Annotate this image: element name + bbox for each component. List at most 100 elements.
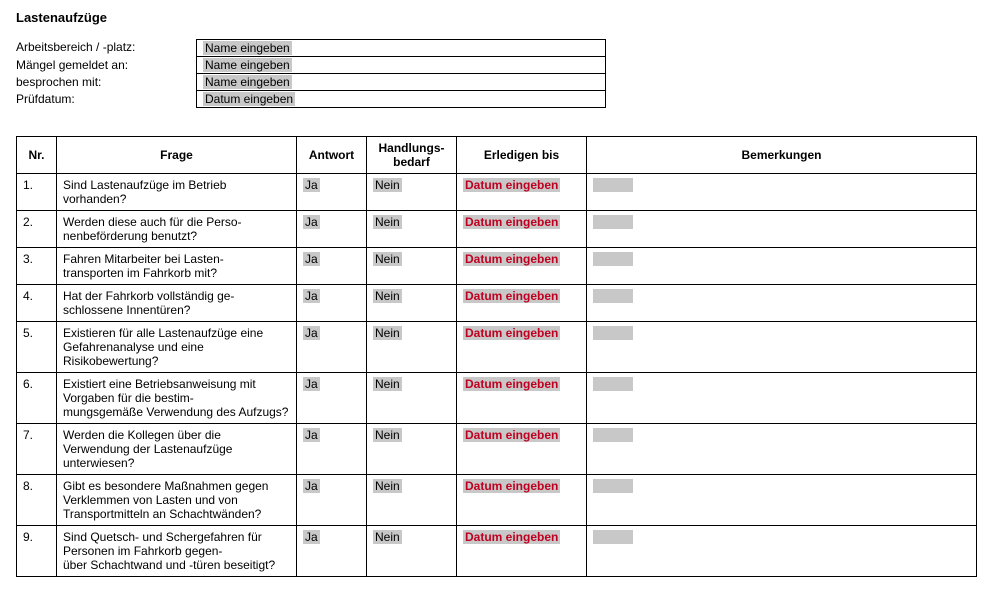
cell-antwort[interactable]: Ja bbox=[297, 322, 367, 373]
cell-question: Fahren Mitarbeiter bei Lasten-transporte… bbox=[57, 248, 297, 285]
cell-bemerkungen[interactable] bbox=[587, 285, 977, 322]
cell-erledigen[interactable]: Datum eingeben bbox=[457, 526, 587, 577]
date-placeholder: Datum eingeben bbox=[463, 289, 560, 303]
date-placeholder: Datum eingeben bbox=[463, 252, 560, 266]
cell-erledigen[interactable]: Datum eingeben bbox=[457, 322, 587, 373]
answer-nein: Nein bbox=[373, 479, 402, 493]
answer-ja: Ja bbox=[303, 326, 320, 340]
remark-placeholder bbox=[593, 215, 633, 229]
remark-placeholder bbox=[593, 428, 633, 442]
table-row: 9.Sind Quetsch- und Schergefahren für Pe… bbox=[17, 526, 977, 577]
remark-placeholder bbox=[593, 252, 633, 266]
cell-question: Werden die Kollegen über die Verwendung … bbox=[57, 424, 297, 475]
table-row: 5.Existieren für alle Lastenaufzüge eine… bbox=[17, 322, 977, 373]
answer-nein: Nein bbox=[373, 377, 402, 391]
table-row: 7.Werden die Kollegen über die Verwendun… bbox=[17, 424, 977, 475]
meta-label-area: Arbeitsbereich / -platz: bbox=[16, 39, 196, 57]
cell-antwort[interactable]: Ja bbox=[297, 174, 367, 211]
th-nr: Nr. bbox=[17, 137, 57, 174]
remark-placeholder bbox=[593, 377, 633, 391]
cell-nr: 8. bbox=[17, 475, 57, 526]
cell-handlung[interactable]: Nein bbox=[367, 285, 457, 322]
cell-handlung[interactable]: Nein bbox=[367, 248, 457, 285]
cell-bemerkungen[interactable] bbox=[587, 526, 977, 577]
cell-handlung[interactable]: Nein bbox=[367, 322, 457, 373]
cell-bemerkungen[interactable] bbox=[587, 174, 977, 211]
cell-antwort[interactable]: Ja bbox=[297, 526, 367, 577]
meta-label-discussed: besprochen mit: bbox=[16, 74, 196, 91]
cell-question: Sind Quetsch- und Schergefahren für Pers… bbox=[57, 526, 297, 577]
cell-handlung[interactable]: Nein bbox=[367, 174, 457, 211]
cell-antwort[interactable]: Ja bbox=[297, 373, 367, 424]
table-row: 3.Fahren Mitarbeiter bei Lasten-transpor… bbox=[17, 248, 977, 285]
cell-question: Sind Lastenaufzüge im Betrieb vorhanden? bbox=[57, 174, 297, 211]
table-row: 4.Hat der Fahrkorb vollständig ge-schlos… bbox=[17, 285, 977, 322]
meta-field-date[interactable]: Datum eingeben bbox=[196, 91, 606, 108]
answer-ja: Ja bbox=[303, 428, 320, 442]
cell-nr: 3. bbox=[17, 248, 57, 285]
cell-bemerkungen[interactable] bbox=[587, 322, 977, 373]
meta-field-reported[interactable]: Name eingeben bbox=[196, 57, 606, 74]
cell-antwort[interactable]: Ja bbox=[297, 285, 367, 322]
cell-nr: 7. bbox=[17, 424, 57, 475]
date-placeholder: Datum eingeben bbox=[463, 178, 560, 192]
cell-question: Hat der Fahrkorb vollständig ge-schlosse… bbox=[57, 285, 297, 322]
answer-ja: Ja bbox=[303, 252, 320, 266]
cell-question: Existiert eine Betriebsanweisung mit Vor… bbox=[57, 373, 297, 424]
answer-nein: Nein bbox=[373, 215, 402, 229]
cell-antwort[interactable]: Ja bbox=[297, 248, 367, 285]
answer-nein: Nein bbox=[373, 178, 402, 192]
cell-antwort[interactable]: Ja bbox=[297, 424, 367, 475]
placeholder: Name eingeben bbox=[203, 75, 292, 89]
remark-placeholder bbox=[593, 326, 633, 340]
answer-nein: Nein bbox=[373, 289, 402, 303]
cell-handlung[interactable]: Nein bbox=[367, 373, 457, 424]
cell-antwort[interactable]: Ja bbox=[297, 475, 367, 526]
page-title: Lastenaufzüge bbox=[16, 10, 970, 25]
date-placeholder: Datum eingeben bbox=[463, 377, 560, 391]
cell-nr: 5. bbox=[17, 322, 57, 373]
placeholder: Name eingeben bbox=[203, 58, 292, 72]
checklist-table: Nr. Frage Antwort Handlungs- bedarf Erle… bbox=[16, 136, 977, 577]
cell-handlung[interactable]: Nein bbox=[367, 424, 457, 475]
th-handlung: Handlungs- bedarf bbox=[367, 137, 457, 174]
answer-nein: Nein bbox=[373, 326, 402, 340]
answer-ja: Ja bbox=[303, 377, 320, 391]
cell-erledigen[interactable]: Datum eingeben bbox=[457, 475, 587, 526]
date-placeholder: Datum eingeben bbox=[463, 428, 560, 442]
cell-handlung[interactable]: Nein bbox=[367, 475, 457, 526]
table-row: 2.Werden diese auch für die Perso-nenbef… bbox=[17, 211, 977, 248]
th-frage: Frage bbox=[57, 137, 297, 174]
cell-bemerkungen[interactable] bbox=[587, 424, 977, 475]
table-row: 1.Sind Lastenaufzüge im Betrieb vorhande… bbox=[17, 174, 977, 211]
cell-bemerkungen[interactable] bbox=[587, 211, 977, 248]
cell-erledigen[interactable]: Datum eingeben bbox=[457, 248, 587, 285]
answer-nein: Nein bbox=[373, 252, 402, 266]
th-antwort: Antwort bbox=[297, 137, 367, 174]
answer-ja: Ja bbox=[303, 178, 320, 192]
cell-handlung[interactable]: Nein bbox=[367, 211, 457, 248]
cell-bemerkungen[interactable] bbox=[587, 373, 977, 424]
cell-nr: 1. bbox=[17, 174, 57, 211]
remark-placeholder bbox=[593, 178, 633, 192]
cell-erledigen[interactable]: Datum eingeben bbox=[457, 424, 587, 475]
answer-nein: Nein bbox=[373, 428, 402, 442]
cell-erledigen[interactable]: Datum eingeben bbox=[457, 174, 587, 211]
cell-handlung[interactable]: Nein bbox=[367, 526, 457, 577]
date-placeholder: Datum eingeben bbox=[463, 326, 560, 340]
cell-erledigen[interactable]: Datum eingeben bbox=[457, 373, 587, 424]
meta-label-date: Prüfdatum: bbox=[16, 91, 196, 108]
placeholder: Datum eingeben bbox=[203, 92, 295, 106]
cell-antwort[interactable]: Ja bbox=[297, 211, 367, 248]
cell-erledigen[interactable]: Datum eingeben bbox=[457, 285, 587, 322]
date-placeholder: Datum eingeben bbox=[463, 215, 560, 229]
cell-question: Werden diese auch für die Perso-nenbeför… bbox=[57, 211, 297, 248]
cell-bemerkungen[interactable] bbox=[587, 248, 977, 285]
date-placeholder: Datum eingeben bbox=[463, 479, 560, 493]
meta-field-area[interactable]: Name eingeben bbox=[196, 39, 606, 57]
cell-bemerkungen[interactable] bbox=[587, 475, 977, 526]
meta-field-discussed[interactable]: Name eingeben bbox=[196, 74, 606, 91]
cell-erledigen[interactable]: Datum eingeben bbox=[457, 211, 587, 248]
date-placeholder: Datum eingeben bbox=[463, 530, 560, 544]
th-erledigen: Erledigen bis bbox=[457, 137, 587, 174]
